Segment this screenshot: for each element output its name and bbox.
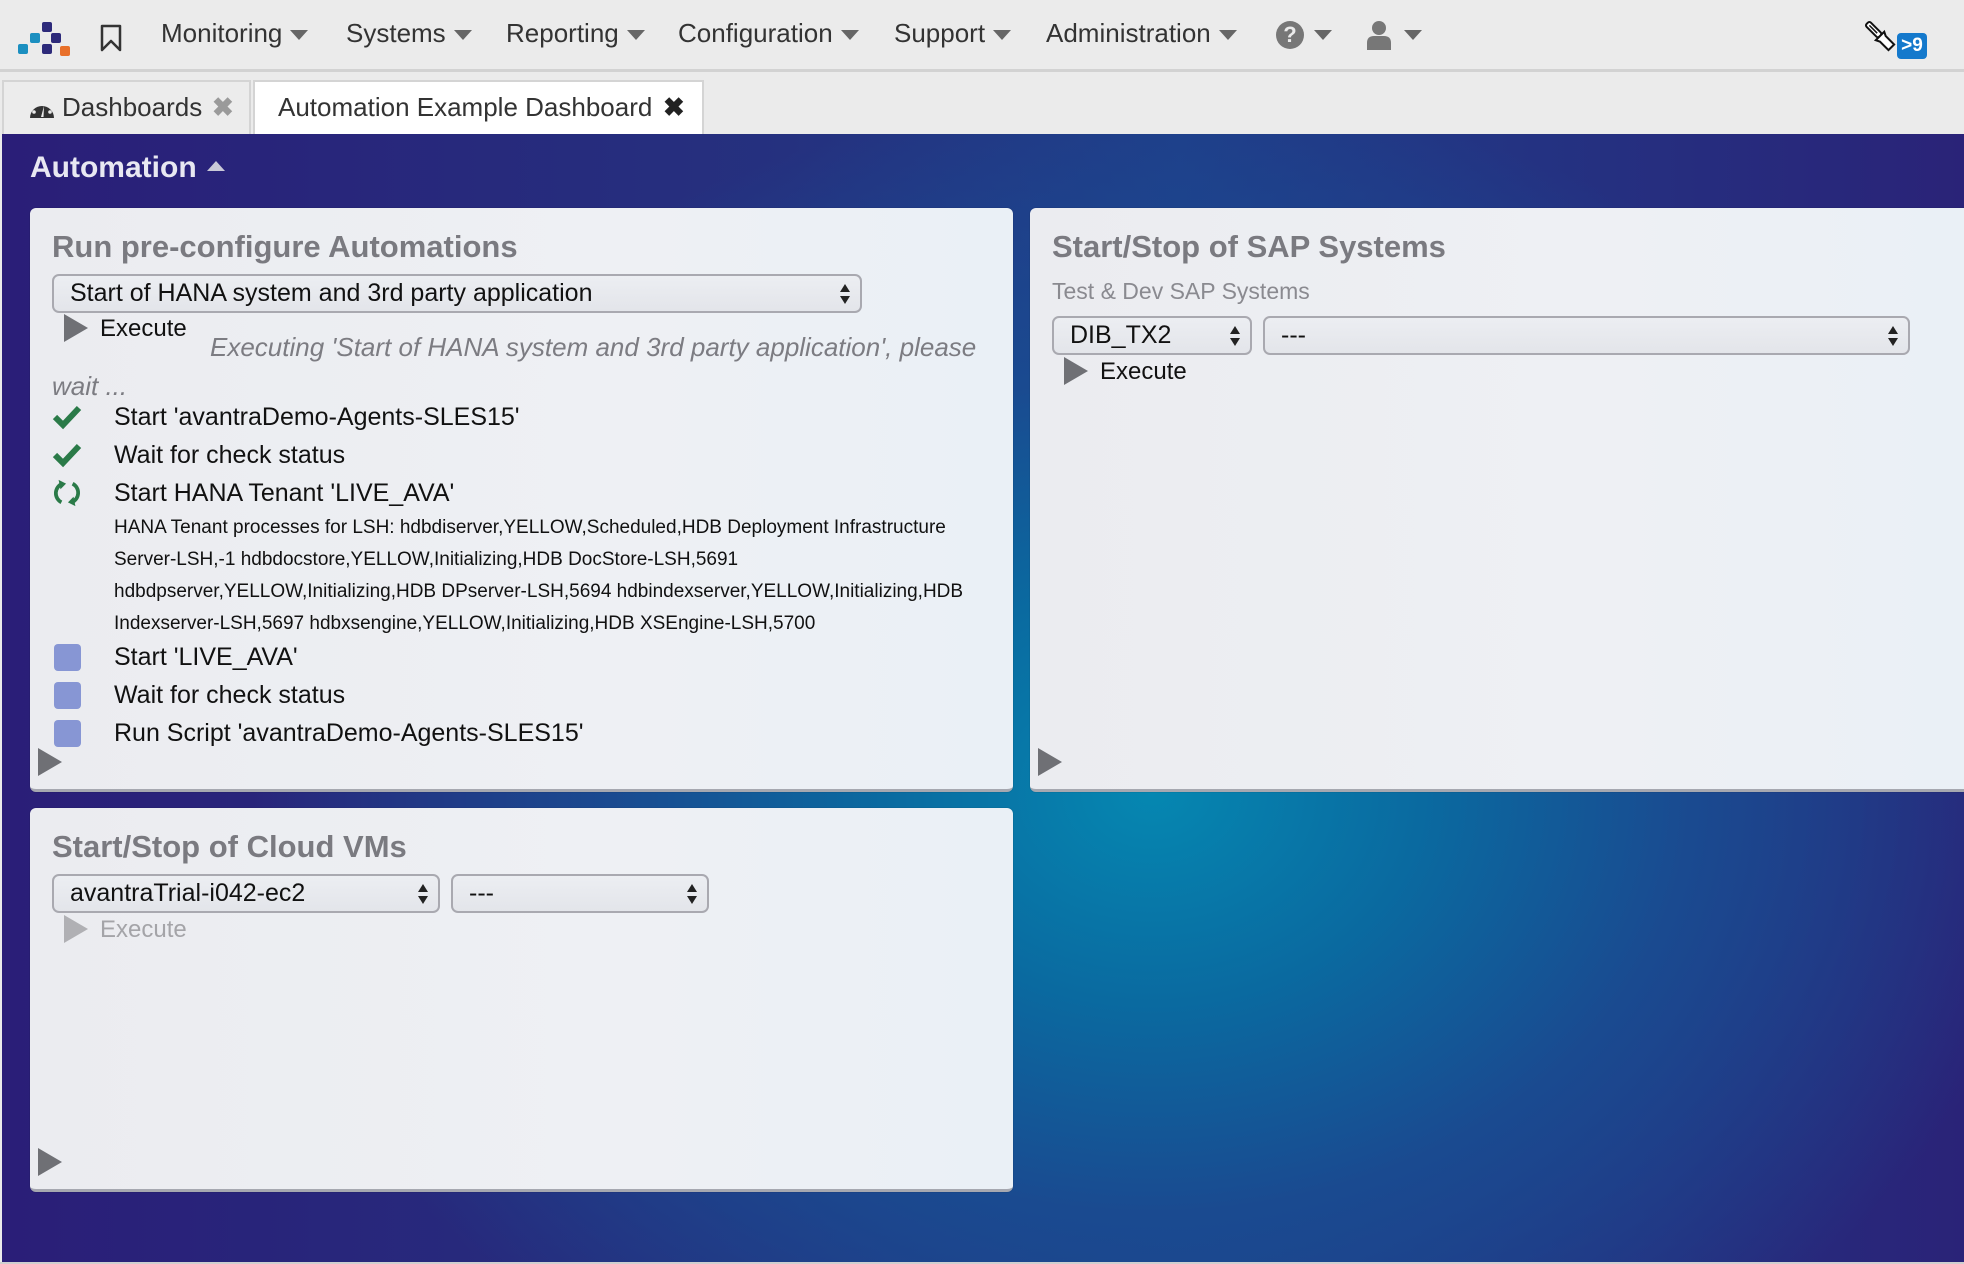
step-label: Start 'LIVE_AVA'	[114, 643, 298, 671]
tab-automation-example-dashboard[interactable]: Automation Example Dashboard ✖	[253, 80, 704, 134]
check-icon	[52, 405, 82, 430]
refresh-spinner-icon	[54, 479, 80, 507]
menu-configuration-label: Configuration	[678, 18, 833, 48]
step-label: Run Script 'avantraDemo-Agents-SLES15'	[114, 719, 584, 747]
panel-title: Run pre-configure Automations	[52, 229, 518, 264]
dashboard-gauge-icon	[30, 100, 54, 118]
menu-systems-label: Systems	[346, 18, 446, 48]
notification-badge[interactable]: >9	[1897, 33, 1927, 59]
execute-label: Execute	[1100, 358, 1187, 385]
help-menu-caret[interactable]	[1306, 18, 1332, 49]
sap-system-select-value: DIB_TX2	[1070, 321, 1172, 349]
user-icon[interactable]	[1366, 20, 1392, 50]
panel-title: Start/Stop of Cloud VMs	[52, 829, 407, 864]
panel-expand-play-icon[interactable]	[38, 748, 62, 776]
vm-select-value: avantraTrial-i042-ec2	[70, 879, 306, 907]
running-step-detail: HANA Tenant processes for LSH: hdbdiserv…	[114, 517, 964, 634]
execution-status-message: Executing 'Start of HANA system and 3rd …	[52, 332, 977, 401]
menu-support-label: Support	[894, 18, 986, 48]
chevron-down-icon	[1314, 30, 1332, 41]
chevron-down-icon	[1404, 30, 1422, 41]
chevron-down-icon	[993, 30, 1012, 41]
panel-expand-play-icon[interactable]	[38, 1148, 62, 1176]
panel-expand-play-icon[interactable]	[1038, 748, 1062, 776]
sap-system-select[interactable]: DIB_TX2	[1052, 316, 1252, 355]
menu-monitoring[interactable]: Monitoring	[161, 18, 309, 49]
execute-button[interactable]: Execute	[1064, 356, 1187, 387]
user-menu-caret[interactable]	[1396, 18, 1422, 49]
vm-action-select-value: ---	[469, 879, 494, 907]
panel-subtitle: Test & Dev SAP Systems	[1052, 278, 1310, 304]
step-label: Start 'avantraDemo-Agents-SLES15'	[114, 403, 520, 431]
panel-title: Start/Stop of SAP Systems	[1052, 229, 1446, 264]
menu-monitoring-label: Monitoring	[161, 18, 283, 48]
vm-action-select[interactable]: ---	[451, 874, 709, 913]
chevron-down-icon	[626, 30, 645, 41]
check-icon	[52, 443, 82, 468]
step-label: Wait for check status	[114, 441, 346, 469]
menu-administration[interactable]: Administration	[1046, 18, 1237, 49]
automation-select-value: Start of HANA system and 3rd party appli…	[70, 279, 593, 307]
chevron-down-icon	[1218, 30, 1237, 41]
sap-systems-panel: Start/Stop of SAP Systems Test & Dev SAP…	[1030, 208, 1964, 792]
menu-administration-label: Administration	[1046, 18, 1211, 48]
play-icon	[64, 914, 88, 943]
chevron-down-icon	[290, 30, 309, 41]
select-arrows-icon	[840, 283, 850, 305]
chevron-down-icon	[840, 30, 859, 41]
step-label: Start HANA Tenant 'LIVE_AVA'	[114, 479, 455, 507]
tab-automation-label: Automation Example Dashboard	[278, 92, 653, 122]
execute-label: Execute	[100, 916, 187, 943]
logo-icon[interactable]	[18, 20, 70, 56]
menu-systems[interactable]: Systems	[346, 18, 472, 49]
automations-panel: Run pre-configure Automations Start of H…	[30, 208, 1013, 792]
pending-square-icon	[54, 720, 81, 747]
pending-square-icon	[54, 682, 81, 709]
sap-action-select-value: ---	[1281, 321, 1306, 349]
chevron-up-icon	[206, 161, 225, 172]
tab-bar: Dashboards ✖ Automation Example Dashboar…	[0, 72, 1964, 134]
step-label: Wait for check status	[114, 681, 346, 709]
section-toggle-automation[interactable]: Automation	[30, 151, 225, 185]
close-icon[interactable]: ✖	[212, 82, 234, 132]
menu-reporting-label: Reporting	[506, 18, 619, 48]
select-arrows-icon	[687, 883, 697, 905]
cloud-vms-panel: Start/Stop of Cloud VMs avantraTrial-i04…	[30, 808, 1013, 1192]
screwdriver-icon[interactable]	[1862, 18, 1898, 54]
menu-support[interactable]: Support	[894, 18, 1012, 49]
menu-reporting[interactable]: Reporting	[506, 18, 645, 49]
tab-dashboards[interactable]: Dashboards ✖	[2, 80, 251, 134]
select-arrows-icon	[1888, 325, 1898, 347]
chevron-down-icon	[453, 30, 472, 41]
automation-select[interactable]: Start of HANA system and 3rd party appli…	[52, 274, 862, 313]
tab-dashboards-label: Dashboards	[62, 92, 203, 122]
bookmark-icon[interactable]	[100, 24, 122, 52]
close-icon[interactable]: ✖	[663, 82, 685, 132]
select-arrows-icon	[418, 883, 428, 905]
dashboard-canvas: Automation Run pre-configure Automations…	[2, 134, 1964, 1262]
vm-select[interactable]: avantraTrial-i042-ec2	[52, 874, 440, 913]
pending-square-icon	[54, 644, 81, 671]
sap-action-select[interactable]: ---	[1263, 316, 1910, 355]
play-icon	[1064, 356, 1088, 385]
section-title: Automation	[30, 151, 197, 184]
menu-configuration[interactable]: Configuration	[678, 18, 859, 49]
help-icon[interactable]: ?	[1276, 21, 1304, 49]
top-navigation-bar: Monitoring Systems Reporting Configurati…	[0, 0, 1964, 72]
execute-button-disabled: Execute	[64, 914, 187, 945]
select-arrows-icon	[1230, 325, 1240, 347]
